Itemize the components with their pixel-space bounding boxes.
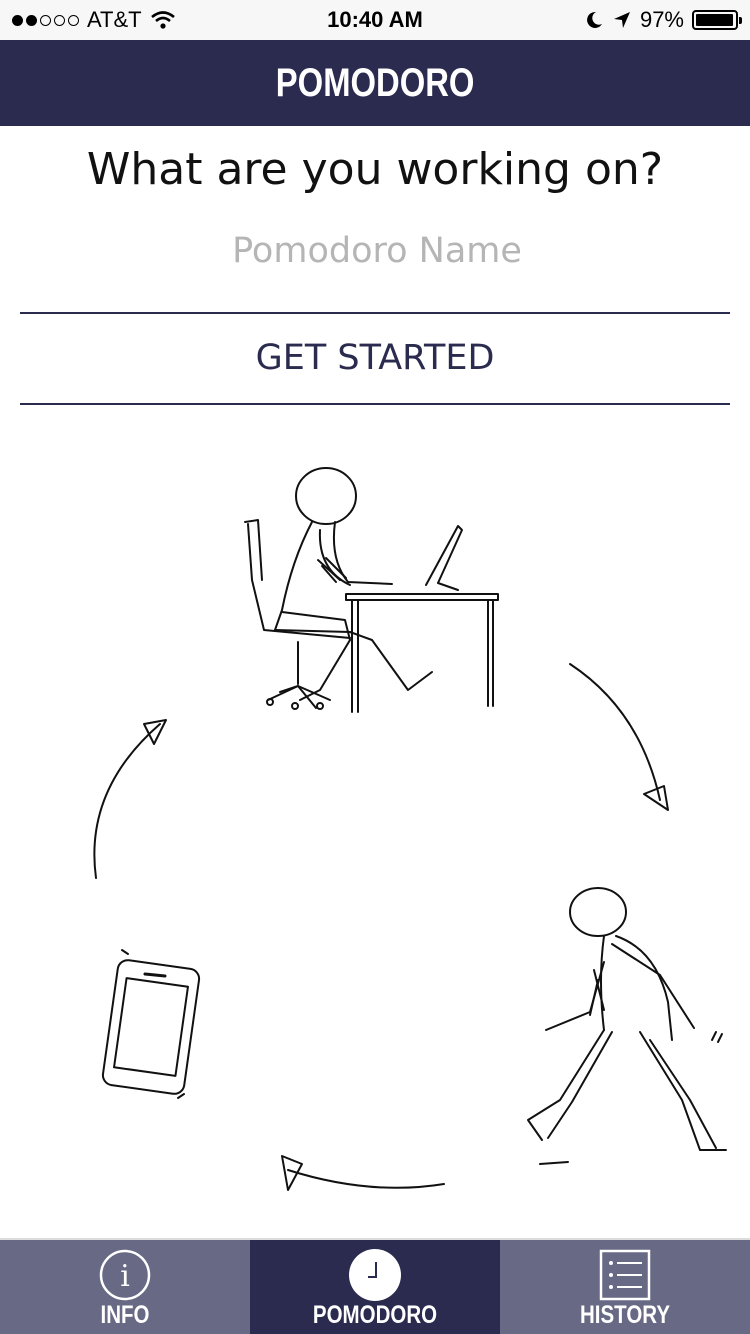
- status-right: 97%: [584, 7, 742, 33]
- tab-info[interactable]: i INFO: [0, 1240, 250, 1334]
- tab-pomodoro[interactable]: POMODORO: [250, 1240, 500, 1334]
- walking-person-icon: [527, 887, 727, 1165]
- tab-bar: i INFO POMODORO HISTORY: [0, 1238, 750, 1334]
- info-icon: i: [99, 1249, 151, 1301]
- battery-percent: 97%: [639, 7, 684, 32]
- divider-bottom: [20, 403, 730, 405]
- arrow-left-icon: [93, 719, 167, 879]
- page-title: POMODORO: [275, 61, 475, 105]
- pomodoro-cycle-illustration: [93, 467, 727, 1191]
- arrow-bottom-icon: [281, 1155, 445, 1191]
- tab-pomodoro-label: POMODORO: [312, 1301, 438, 1329]
- arrow-right-icon: [569, 663, 669, 811]
- smartphone-icon: [101, 949, 201, 1099]
- clock-icon: [349, 1249, 401, 1301]
- get-started-button[interactable]: GET STARTED: [20, 316, 730, 402]
- tab-info-label: INFO: [100, 1301, 150, 1329]
- tab-history-label: HISTORY: [580, 1301, 670, 1329]
- moon-icon: [587, 11, 602, 28]
- location-arrow-icon: [613, 12, 630, 28]
- battery-icon: [692, 10, 742, 30]
- list-icon: [599, 1249, 651, 1301]
- svg-text:i: i: [120, 1259, 130, 1294]
- status-bar: AT&T 10:40 AM 97%: [0, 0, 750, 40]
- working-person-icon: [244, 467, 499, 713]
- question-heading: What are you working on?: [86, 144, 664, 195]
- pomodoro-name-input[interactable]: [20, 220, 734, 282]
- navigation-bar: POMODORO: [0, 40, 750, 126]
- tab-history[interactable]: HISTORY: [500, 1240, 750, 1334]
- divider-top: [20, 312, 730, 314]
- battery-level: [696, 14, 733, 26]
